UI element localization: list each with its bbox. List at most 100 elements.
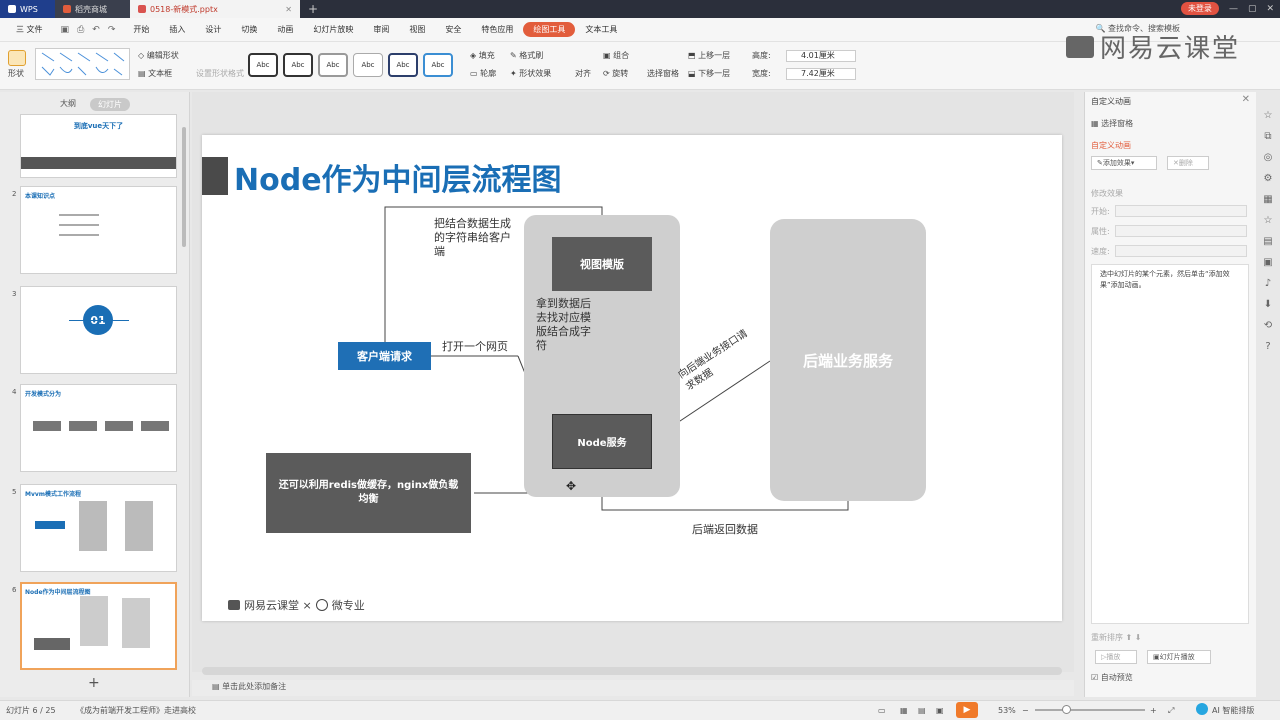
view-template-box[interactable]: 视图模版 bbox=[552, 237, 652, 291]
tab-wps[interactable]: WPS bbox=[0, 0, 55, 18]
image-icon[interactable]: ▣ bbox=[1263, 257, 1272, 268]
slideshow-play-button[interactable]: ▶ bbox=[956, 702, 978, 718]
fill-button[interactable]: ◈ 填充 bbox=[470, 50, 495, 61]
shape-button[interactable]: 形状 bbox=[8, 50, 26, 79]
copy-icon[interactable]: ⧉ bbox=[1264, 131, 1271, 142]
menu-animation[interactable]: 动画 bbox=[267, 24, 303, 35]
client-request-box[interactable]: 客户端请求 bbox=[338, 342, 431, 370]
menu-security[interactable]: 安全 bbox=[435, 24, 471, 35]
minimize-icon[interactable]: — bbox=[1229, 4, 1238, 14]
close-tab-icon[interactable]: ✕ bbox=[285, 5, 292, 14]
send-backward-button[interactable]: ⬓ 下移一层 bbox=[688, 68, 730, 79]
slide-show-button[interactable]: ▣ 幻灯片播放 bbox=[1147, 650, 1211, 664]
menu-text-tools[interactable]: 文本工具 bbox=[575, 24, 627, 35]
menu-design[interactable]: 设计 bbox=[195, 24, 231, 35]
view-normal-icon[interactable]: ▭ bbox=[878, 706, 886, 715]
text-box-button[interactable]: ▤ 文本框 bbox=[138, 68, 172, 79]
menu-transition[interactable]: 切换 bbox=[231, 24, 267, 35]
start-select[interactable] bbox=[1115, 205, 1247, 217]
shape-icon[interactable]: ◎ bbox=[1264, 152, 1273, 163]
save-icon[interactable]: ▣ bbox=[61, 25, 70, 35]
delete-effect-button[interactable]: ✕ 删除 bbox=[1167, 156, 1209, 170]
help-icon[interactable]: ? bbox=[1265, 341, 1270, 352]
shape-style-2[interactable]: Abc bbox=[283, 53, 313, 77]
horizontal-scrollbar[interactable] bbox=[202, 667, 1062, 675]
tab-home[interactable]: 稻壳商城 bbox=[55, 0, 130, 18]
undo-icon[interactable]: ↶ bbox=[92, 25, 100, 35]
move-down-icon[interactable]: ⬇ bbox=[1135, 633, 1142, 642]
set-shape-format-button[interactable]: 设置形状格式 bbox=[196, 68, 244, 79]
group-button[interactable]: ▣ 组合 bbox=[603, 50, 629, 61]
layout-icon[interactable]: ▤ bbox=[1263, 236, 1272, 247]
node-service-box[interactable]: Node服务 bbox=[552, 414, 652, 469]
notes-area[interactable]: ▤ 单击此处添加备注 bbox=[192, 680, 1074, 696]
menu-slideshow[interactable]: 幻灯片放映 bbox=[303, 24, 363, 35]
shape-style-4[interactable]: Abc bbox=[353, 53, 383, 77]
fit-window-icon[interactable]: ⤢ bbox=[1168, 706, 1174, 716]
shape-style-5[interactable]: Abc bbox=[388, 53, 418, 77]
shape-gallery[interactable] bbox=[35, 48, 130, 80]
thumbnail-scrollbar[interactable] bbox=[182, 127, 186, 247]
align-button[interactable]: 对齐 bbox=[575, 68, 591, 79]
menu-drawing-tools[interactable]: 绘图工具 bbox=[523, 22, 576, 37]
menu-insert[interactable]: 插入 bbox=[159, 24, 195, 35]
settings-icon[interactable]: ⚙ bbox=[1264, 173, 1273, 184]
sound-icon[interactable]: ♪ bbox=[1265, 278, 1271, 289]
slide-thumbnail-2[interactable]: 本课知识点 bbox=[20, 186, 177, 274]
property-select[interactable] bbox=[1115, 225, 1247, 237]
height-input[interactable]: 4.01厘米 bbox=[786, 50, 856, 62]
menu-review[interactable]: 审阅 bbox=[363, 24, 399, 35]
play-button[interactable]: ▷ 播放 bbox=[1095, 650, 1137, 664]
menu-file[interactable]: 三 文件 bbox=[6, 24, 53, 35]
select-pane-link[interactable]: ▦ 选择窗格 bbox=[1091, 118, 1133, 129]
shape-style-6[interactable]: Abc bbox=[423, 53, 453, 77]
width-input[interactable]: 7.42厘米 bbox=[786, 68, 856, 80]
auto-preview-checkbox[interactable]: ☑ 自动预览 bbox=[1091, 672, 1133, 683]
backend-service-box[interactable]: 后端业务服务 bbox=[770, 219, 926, 501]
slide[interactable]: Node作为中间层流程图 后端业务服务 视图模版 Node服务 客户端请求 还可… bbox=[202, 135, 1062, 621]
login-button[interactable]: 未登录 bbox=[1180, 2, 1219, 15]
close-panel-icon[interactable]: ✕ bbox=[1242, 94, 1250, 105]
shape-effect-button[interactable]: ✦ 形状效果 bbox=[510, 68, 551, 79]
animation-icon[interactable]: ☆ bbox=[1264, 110, 1273, 121]
maximize-icon[interactable]: ▢ bbox=[1248, 4, 1257, 14]
shape-style-1[interactable]: Abc bbox=[248, 53, 278, 77]
format-painter-button[interactable]: ✎ 格式刷 bbox=[510, 50, 543, 61]
tab-outline[interactable]: 大纲 bbox=[60, 98, 76, 111]
zoom-out-icon[interactable]: − bbox=[1022, 706, 1029, 715]
tab-document[interactable]: 0518-新模式.pptx ✕ bbox=[130, 0, 300, 18]
menu-home[interactable]: 开始 bbox=[123, 24, 159, 35]
menu-features[interactable]: 特色应用 bbox=[471, 24, 523, 35]
table-icon[interactable]: ▦ bbox=[1263, 194, 1272, 205]
outline-button[interactable]: ▭ 轮廓 bbox=[470, 68, 496, 79]
star-icon[interactable]: ☆ bbox=[1264, 215, 1273, 226]
move-up-icon[interactable]: ⬆ bbox=[1126, 633, 1133, 642]
speed-select[interactable] bbox=[1115, 245, 1247, 257]
slide-thumbnail-1[interactable]: 到底vue天下了 bbox=[20, 114, 177, 178]
add-slide-button[interactable]: + bbox=[88, 675, 100, 691]
edit-shape-button[interactable]: ◇ 编辑形状 bbox=[138, 50, 179, 61]
add-effect-button[interactable]: ✎ 添加效果 ▾ bbox=[1091, 156, 1157, 170]
slide-thumbnail-5[interactable]: Mvvm模式工作流程 bbox=[20, 484, 177, 572]
view-notes-icon[interactable]: ▣ bbox=[936, 706, 944, 715]
select-pane-button[interactable]: 选择窗格 bbox=[647, 68, 679, 79]
close-icon[interactable]: ✕ bbox=[1266, 4, 1274, 14]
zoom-slider[interactable] bbox=[1035, 709, 1145, 711]
bring-forward-button[interactable]: ⬒ 上移一层 bbox=[688, 50, 730, 61]
slide-thumbnail-3[interactable]: 01 bbox=[20, 286, 177, 374]
redo-icon[interactable]: ↷ bbox=[108, 25, 116, 35]
download-icon[interactable]: ⬇ bbox=[1264, 299, 1272, 310]
menu-view[interactable]: 视图 bbox=[399, 24, 435, 35]
new-tab-button[interactable]: + bbox=[300, 2, 326, 16]
view-reading-icon[interactable]: ▤ bbox=[918, 706, 926, 715]
redis-nginx-note-box[interactable]: 还可以利用redis做缓存，nginx做负载均衡 bbox=[266, 453, 471, 533]
slide-thumbnail-6[interactable]: Node作为中间层流程图 bbox=[20, 582, 177, 670]
zoom-in-icon[interactable]: + bbox=[1150, 706, 1157, 715]
view-sorter-icon[interactable]: ▦ bbox=[900, 706, 908, 715]
print-icon[interactable]: ⎙ bbox=[77, 25, 84, 35]
slide-thumbnail-4[interactable]: 开发模式分为 bbox=[20, 384, 177, 472]
history-icon[interactable]: ⟲ bbox=[1264, 320, 1272, 331]
zoom-slider-knob[interactable] bbox=[1062, 705, 1071, 714]
ai-layout-label[interactable]: AI 智能排版 bbox=[1212, 705, 1254, 716]
shape-style-3[interactable]: Abc bbox=[318, 53, 348, 77]
